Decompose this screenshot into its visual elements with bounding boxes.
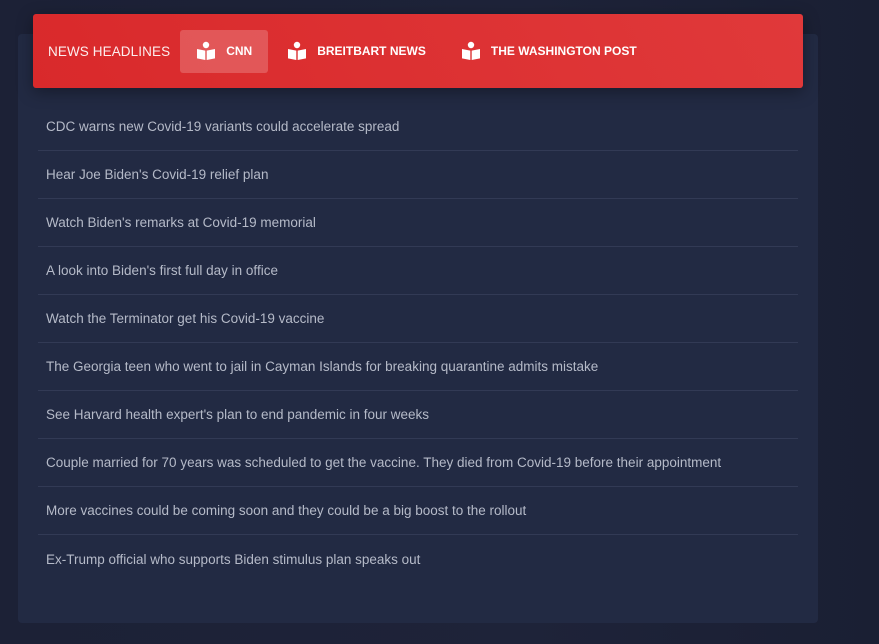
header-title: NEWS HEADLINES: [48, 43, 171, 59]
headline-item[interactable]: Couple married for 70 years was schedule…: [38, 439, 798, 487]
tab-label: CNN: [226, 44, 253, 58]
headline-list: CDC warns new Covid-19 variants could ac…: [38, 103, 798, 583]
tab-breitbart-news[interactable]: BREITBART NEWS: [271, 30, 442, 73]
headline-item[interactable]: See Harvard health expert's plan to end …: [38, 391, 798, 439]
reader-icon: [288, 41, 307, 60]
tab-the-washington-post[interactable]: THE WASHINGTON POST: [445, 30, 653, 73]
reader-icon: [461, 41, 480, 60]
headline-item[interactable]: Watch the Terminator get his Covid-19 va…: [38, 295, 798, 343]
headline-item[interactable]: Hear Joe Biden's Covid-19 relief plan: [38, 151, 798, 199]
reader-icon: [197, 41, 216, 60]
headline-item[interactable]: A look into Biden's first full day in of…: [38, 247, 798, 295]
headline-item[interactable]: Ex-Trump official who supports Biden sti…: [38, 535, 798, 583]
headline-item[interactable]: Watch Biden's remarks at Covid-19 memori…: [38, 199, 798, 247]
headline-item[interactable]: More vaccines could be coming soon and t…: [38, 487, 798, 535]
headline-item[interactable]: CDC warns new Covid-19 variants could ac…: [38, 103, 798, 151]
tab-cnn[interactable]: CNN: [180, 29, 269, 73]
news-header: NEWS HEADLINES CNN BREITBART NEWS THE WA…: [33, 14, 803, 88]
tab-label: THE WASHINGTON POST: [490, 44, 637, 58]
headline-item[interactable]: The Georgia teen who went to jail in Cay…: [38, 343, 798, 391]
tab-label: BREITBART NEWS: [317, 44, 426, 58]
